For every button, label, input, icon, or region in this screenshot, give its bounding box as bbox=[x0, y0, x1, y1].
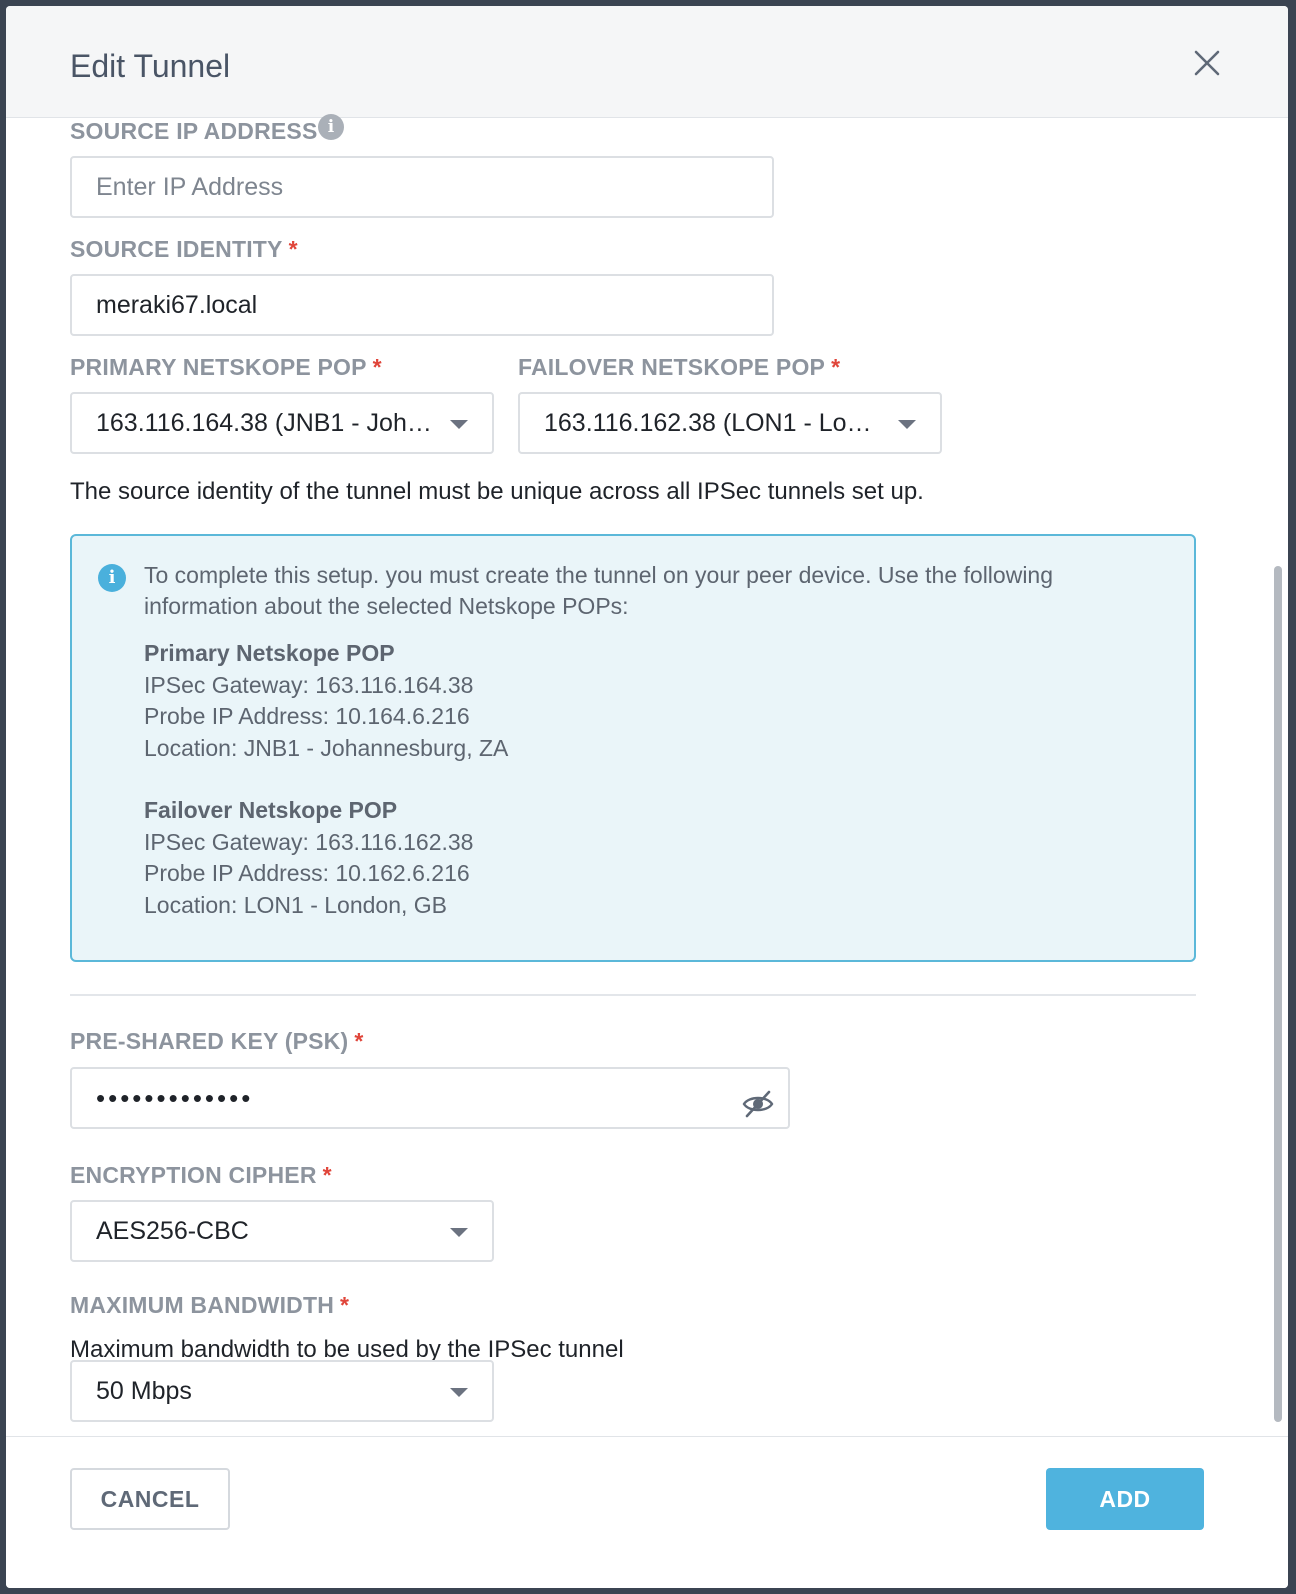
required-mark: * bbox=[372, 354, 382, 380]
bandwidth-select[interactable]: 50 Mbps bbox=[70, 1360, 494, 1422]
primary-pop-details-title: Primary Netskope POP bbox=[144, 640, 395, 666]
section-divider bbox=[70, 994, 1196, 996]
failover-pop-select[interactable]: 163.116.162.38 (LON1 - London, GB) bbox=[518, 392, 942, 454]
failover-pop-details-title: Failover Netskope POP bbox=[144, 797, 398, 823]
required-mark: * bbox=[322, 1162, 332, 1188]
cipher-label-text: ENCRYPTION CIPHER bbox=[70, 1162, 317, 1188]
required-mark: * bbox=[831, 354, 841, 380]
eye-slash-icon[interactable] bbox=[742, 1083, 774, 1118]
close-icon[interactable] bbox=[1190, 46, 1224, 80]
failover-pop-value: 163.116.162.38 (LON1 - London, GB) bbox=[544, 409, 884, 437]
failover-pop-label: FAILOVER NETSKOPE POP * bbox=[518, 354, 840, 381]
bandwidth-value: 50 Mbps bbox=[96, 1377, 192, 1405]
chevron-down-icon bbox=[450, 1388, 468, 1397]
failover-pop-location: Location: LON1 - London, GB bbox=[144, 891, 448, 918]
source-ip-label: SOURCE IP ADDRESS bbox=[70, 118, 318, 145]
primary-pop-select[interactable]: 163.116.164.38 (JNB1 - Johannesburg, ZA) bbox=[70, 392, 494, 454]
edit-tunnel-dialog: Edit Tunnel SOURCE IP ADDRESS i SOURCE I… bbox=[6, 6, 1288, 1588]
info-icon: i bbox=[98, 564, 126, 592]
setup-info-box: i To complete this setup. you must creat… bbox=[70, 534, 1196, 962]
setup-info-intro: To complete this setup. you must create … bbox=[144, 562, 1054, 619]
bandwidth-label-text: MAXIMUM BANDWIDTH bbox=[70, 1292, 335, 1318]
unique-identity-note: The source identity of the tunnel must b… bbox=[70, 478, 924, 505]
dialog-header: Edit Tunnel bbox=[6, 6, 1288, 118]
required-mark: * bbox=[354, 1028, 364, 1054]
primary-pop-label: PRIMARY NETSKOPE POP * bbox=[70, 354, 382, 381]
failover-pop-details: Failover Netskope POP IPSec Gateway: 163… bbox=[144, 795, 473, 921]
source-identity-label: SOURCE IDENTITY * bbox=[70, 236, 298, 263]
primary-pop-value: 163.116.164.38 (JNB1 - Johannesburg, ZA) bbox=[96, 409, 436, 437]
source-ip-input[interactable] bbox=[96, 159, 705, 216]
chevron-down-icon bbox=[898, 420, 916, 429]
psk-input[interactable]: ••••••••••••• bbox=[70, 1067, 790, 1129]
bandwidth-label: MAXIMUM BANDWIDTH * bbox=[70, 1292, 349, 1319]
psk-label: PRE-SHARED KEY (PSK) * bbox=[70, 1028, 364, 1055]
required-mark: * bbox=[288, 236, 298, 262]
chevron-down-icon bbox=[450, 1228, 468, 1237]
psk-label-text: PRE-SHARED KEY (PSK) bbox=[70, 1028, 349, 1054]
psk-masked-value: ••••••••••••• bbox=[96, 1083, 254, 1113]
primary-pop-label-text: PRIMARY NETSKOPE POP bbox=[70, 354, 367, 380]
failover-pop-gateway: IPSec Gateway: 163.116.162.38 bbox=[144, 828, 474, 855]
chevron-down-icon bbox=[450, 420, 468, 429]
cipher-label: ENCRYPTION CIPHER * bbox=[70, 1162, 332, 1189]
required-mark: * bbox=[340, 1292, 350, 1318]
primary-pop-location: Location: JNB1 - Johannesburg, ZA bbox=[144, 734, 509, 761]
cipher-select[interactable]: AES256-CBC bbox=[70, 1200, 494, 1262]
info-icon[interactable]: i bbox=[318, 114, 344, 140]
source-ip-field[interactable] bbox=[70, 156, 774, 218]
failover-pop-label-text: FAILOVER NETSKOPE POP bbox=[518, 354, 826, 380]
primary-pop-gateway: IPSec Gateway: 163.116.164.38 bbox=[144, 671, 474, 698]
failover-pop-probe: Probe IP Address: 10.162.6.216 bbox=[144, 860, 470, 886]
dialog-title: Edit Tunnel bbox=[70, 48, 231, 84]
cipher-value: AES256-CBC bbox=[96, 1217, 249, 1245]
cancel-button[interactable]: CANCEL bbox=[70, 1468, 230, 1530]
primary-pop-probe: Probe IP Address: 10.164.6.216 bbox=[144, 703, 470, 729]
source-identity-label-text: SOURCE IDENTITY bbox=[70, 236, 283, 262]
add-button[interactable]: ADD bbox=[1046, 1468, 1204, 1530]
source-ip-label-text: SOURCE IP ADDRESS bbox=[70, 118, 318, 144]
source-identity-input[interactable]: meraki67.local bbox=[70, 274, 774, 336]
primary-pop-details: Primary Netskope POP IPSec Gateway: 163.… bbox=[144, 638, 508, 764]
source-identity-value: meraki67.local bbox=[96, 291, 258, 319]
scrollbar[interactable] bbox=[1274, 566, 1282, 1422]
